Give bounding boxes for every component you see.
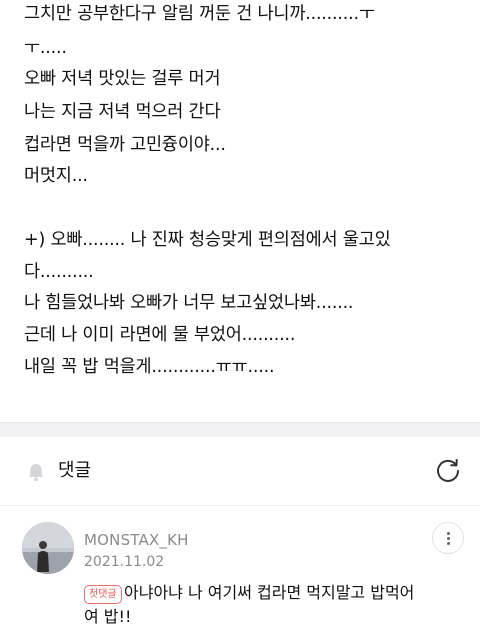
section-separator — [0, 422, 480, 437]
post-line: ㅜ..... — [24, 38, 67, 58]
comment-text-line: 여 밥!! — [84, 607, 132, 626]
first-comment-badge: 첫댓글 — [84, 585, 122, 604]
dot — [447, 537, 450, 540]
dot — [447, 542, 450, 545]
post-body: 그치만 공부한다구 알림 꺼둔 건 나니까..........ㅜ ㅜ..... … — [0, 0, 480, 422]
post-line: 그치만 공부한다구 알림 꺼둔 건 나니까..........ㅜ — [24, 4, 375, 24]
comment-item: MONSTAX_KH 2021.11.02 첫댓글 아냐아냐 나 여기써 컵라면… — [0, 506, 480, 643]
post-line: 내일 꼭 밥 먹을게............ㅠㅠ..... — [24, 357, 275, 377]
post-line: 컵라면 먹을까 고민즁이야... — [24, 135, 226, 155]
post-line: 나 힘들었나봐 오빠가 너무 보고싶었나봐....... — [24, 293, 354, 313]
comment-author[interactable]: MONSTAX_KH — [84, 530, 189, 550]
comment-text-line: 아냐아냐 나 여기써 컵라면 먹지말고 밥먹어 — [124, 583, 415, 602]
post-line: 오빠 저녁 맛있는 걸루 머거 — [24, 69, 221, 89]
post-line: +) 오빠........ 나 진짜 청승맞게 편의점에서 울고있 — [24, 230, 391, 250]
avatar-photo — [22, 522, 74, 574]
comments-header: 댓글 — [0, 437, 480, 505]
refresh-icon[interactable] — [434, 456, 462, 484]
dot — [447, 532, 450, 535]
comments-title: 댓글 — [58, 460, 92, 481]
post-line: 머멋지... — [24, 166, 88, 186]
post-line: 나는 지금 저녁 먹으러 간다 — [24, 102, 221, 122]
bell-icon[interactable] — [25, 461, 47, 483]
post-line: 다.......... — [24, 262, 94, 282]
comment-date: 2021.11.02 — [84, 554, 165, 570]
more-vertical-icon[interactable] — [432, 522, 464, 554]
post-line: 근데 나 이미 라면에 물 부었어.......... — [24, 325, 296, 345]
avatar[interactable] — [22, 522, 74, 574]
